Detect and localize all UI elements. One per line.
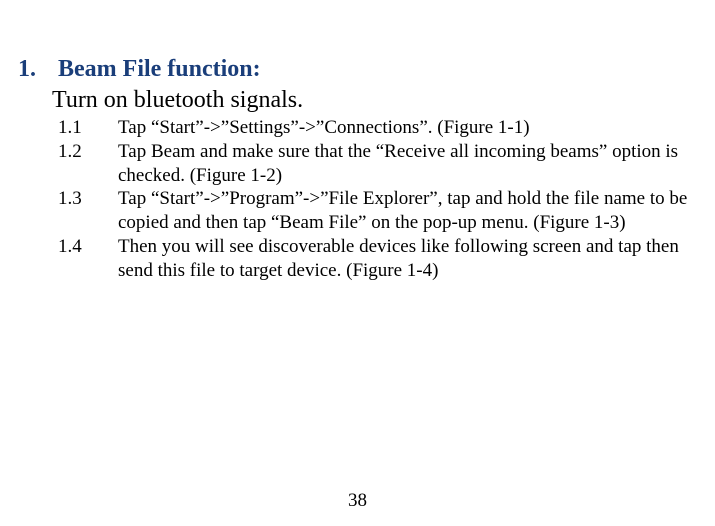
step-number: 1.4 xyxy=(58,235,118,283)
step-text: Tap “Start”->”Program”->”File Explorer”,… xyxy=(118,187,701,235)
page: 1. Beam File function: Turn on bluetooth… xyxy=(0,0,715,526)
list-item: 1.3 Tap “Start”->”Program”->”File Explor… xyxy=(58,187,701,235)
step-list: 1.1 Tap “Start”->”Settings”->”Connection… xyxy=(58,116,701,282)
list-item: 1.2 Tap Beam and make sure that the “Rec… xyxy=(58,140,701,188)
step-text: Tap “Start”->”Settings”->”Connections”. … xyxy=(118,116,701,140)
list-item: 1.4 Then you will see discoverable devic… xyxy=(58,235,701,283)
section-heading: 1. Beam File function: xyxy=(18,56,701,83)
page-number: 38 xyxy=(0,490,715,512)
intro-text: Turn on bluetooth signals. xyxy=(52,87,701,114)
heading-title: Beam File function: xyxy=(58,56,261,83)
heading-number: 1. xyxy=(18,56,58,83)
step-number: 1.1 xyxy=(58,116,118,140)
step-text: Then you will see discoverable devices l… xyxy=(118,235,701,283)
step-number: 1.2 xyxy=(58,140,118,188)
list-item: 1.1 Tap “Start”->”Settings”->”Connection… xyxy=(58,116,701,140)
step-number: 1.3 xyxy=(58,187,118,235)
step-text: Tap Beam and make sure that the “Receive… xyxy=(118,140,701,188)
